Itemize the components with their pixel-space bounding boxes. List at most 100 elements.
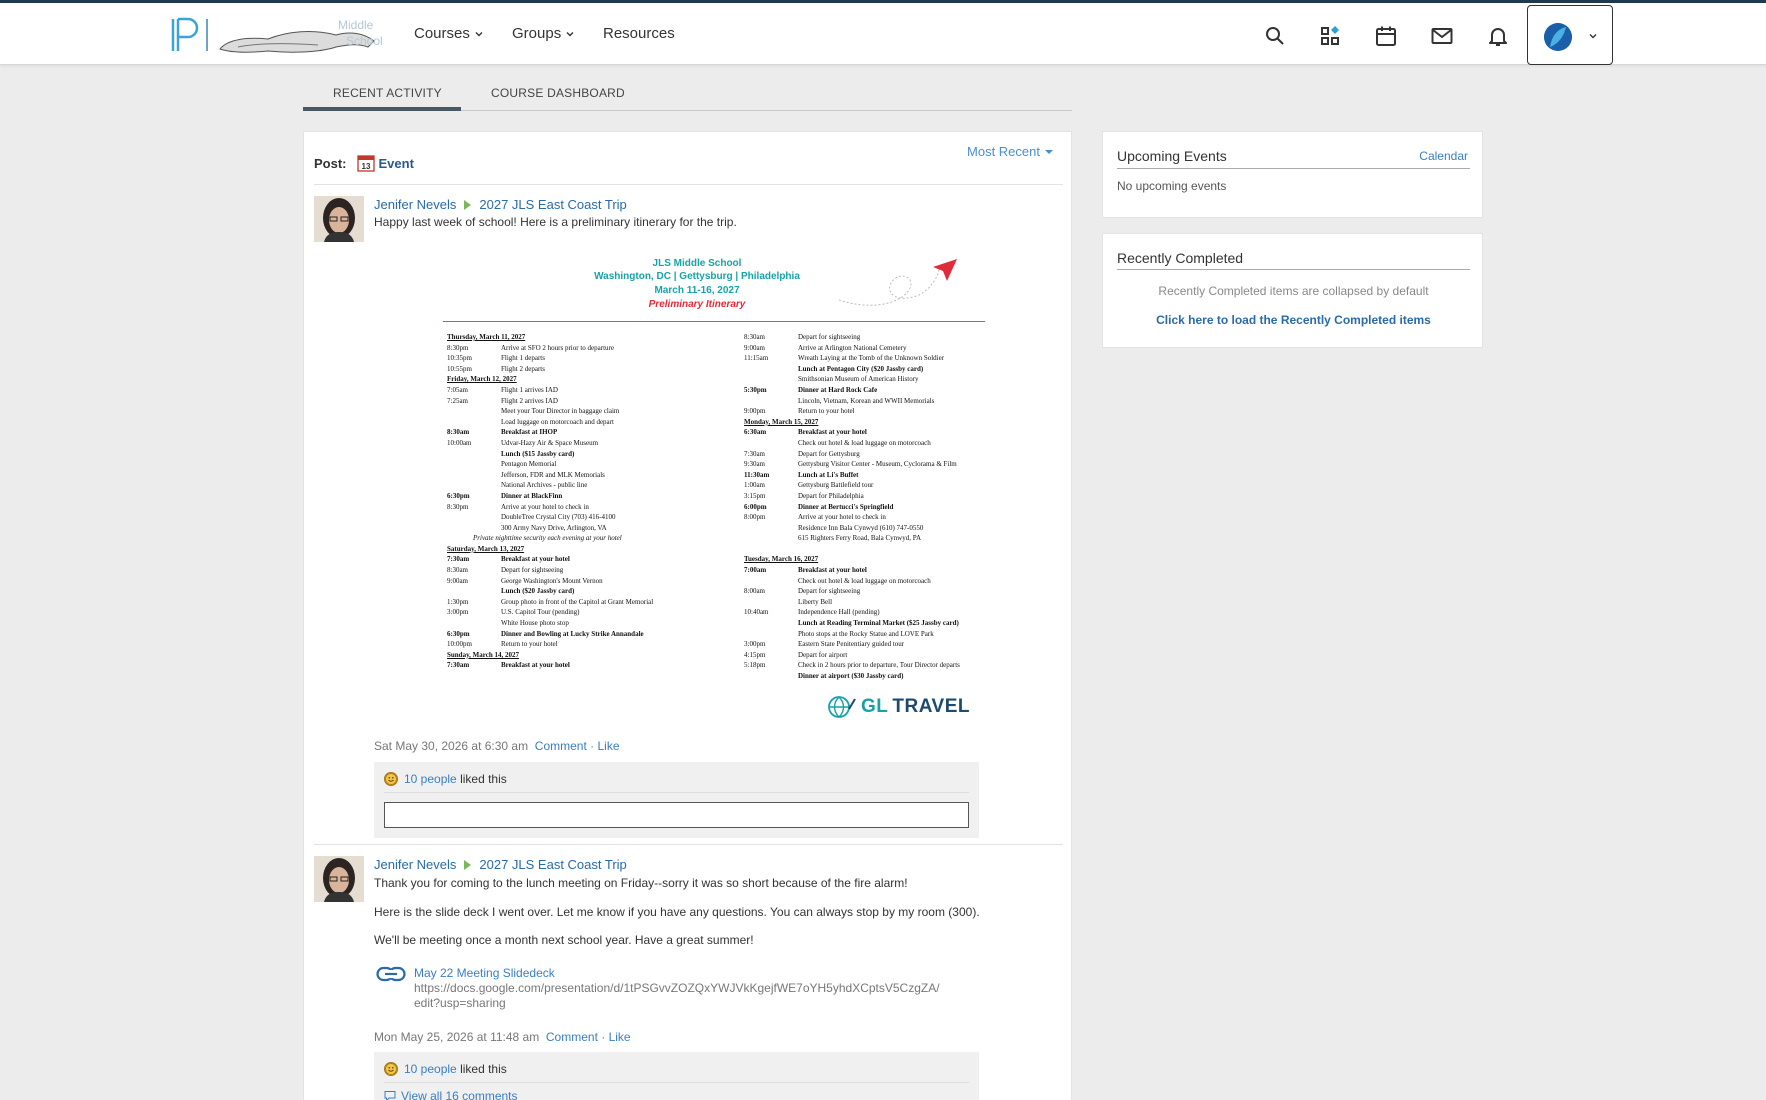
post-label: Post: xyxy=(314,155,347,171)
like-link[interactable]: Like xyxy=(609,1030,631,1044)
divider xyxy=(384,1082,969,1083)
notification-bell-icon[interactable] xyxy=(1487,25,1509,47)
author-link[interactable]: Jenifer Nevels xyxy=(374,857,456,872)
mail-icon[interactable] xyxy=(1431,25,1453,47)
attachment-url[interactable]: https://docs.google.com/presentation/d/1… xyxy=(414,981,940,1011)
itinerary-note: Private nighttime security each evening … xyxy=(473,534,622,543)
post-event-link[interactable]: 13 Event xyxy=(356,154,414,172)
itinerary-row: 8:00pm Arrive at your hotel to check in xyxy=(744,512,960,523)
itinerary-row: 8:30am Depart for sightseeing xyxy=(447,565,653,576)
load-recently-completed-link[interactable]: Click here to load the Recently Complete… xyxy=(1103,313,1484,327)
divider xyxy=(314,184,1063,185)
itinerary-row: 3:00pm Eastern State Penitentiary guided … xyxy=(744,639,960,650)
itinerary-day-heading: Thursday, March 11, 2027 xyxy=(447,333,526,341)
itinerary-activity: Photo stops at the Rocky Statue and LOVE… xyxy=(798,629,934,638)
itinerary-row: Pentagon Memorial xyxy=(447,459,653,470)
itinerary-activity: Dinner at airport ($30 Jassby card) xyxy=(798,672,904,680)
itinerary-time: 10:00am xyxy=(447,438,472,447)
post-reactions-box: 10 people liked this xyxy=(374,762,979,838)
itinerary-time: 5:18pm xyxy=(744,661,766,670)
apps-grid-icon[interactable] xyxy=(1320,25,1342,47)
view-all-comments-link[interactable]: View all 16 comments xyxy=(384,1089,518,1100)
comment-input[interactable] xyxy=(384,802,969,828)
itinerary-activity: White House photo stop xyxy=(501,619,569,628)
itinerary-row: 7:05am Flight 1 arrives IAD xyxy=(447,385,653,396)
account-menu-button[interactable] xyxy=(1527,5,1613,65)
comment-link[interactable]: Comment xyxy=(546,1030,598,1044)
nav-groups[interactable]: Groups xyxy=(512,25,575,42)
post-event-label: Event xyxy=(378,155,414,171)
powerschool-logo-icon[interactable] xyxy=(170,17,200,53)
sort-dropdown[interactable]: Most Recent xyxy=(967,144,1053,159)
nav-courses-label: Courses xyxy=(414,25,470,42)
itinerary-row: Check out hotel & load luggage on motorc… xyxy=(744,576,960,587)
author-avatar[interactable] xyxy=(314,856,364,902)
itinerary-time: 9:00am xyxy=(744,343,765,352)
itinerary-activity: Check out hotel & load luggage on motorc… xyxy=(798,438,931,447)
itinerary-row: 6:30am Breakfast at your hotel xyxy=(744,427,960,438)
author-avatar[interactable] xyxy=(314,196,364,242)
user-avatar xyxy=(1544,23,1572,51)
itinerary-time: 10:55pm xyxy=(447,364,472,373)
chevron-down-icon xyxy=(475,31,483,36)
itinerary-row: Lincoln, Vietnam, Korean and WWII Memori… xyxy=(744,396,960,407)
likes-count-link[interactable]: 10 people xyxy=(404,1062,457,1076)
nav-resources[interactable]: Resources xyxy=(603,25,675,42)
tab-course-dashboard[interactable]: COURSE DASHBOARD xyxy=(491,86,625,100)
itinerary-row: 11:30am Lunch at Li's Buffet xyxy=(744,470,960,481)
itinerary-row: DoubleTree Crystal City (703) 416-4100 xyxy=(447,512,653,523)
itinerary-right-column: 8:30am Depart for sightseeing 9:00am Arrive… xyxy=(744,332,960,682)
globe-icon xyxy=(828,696,856,718)
itinerary-row: 8:30am Breakfast at IHOP xyxy=(447,427,653,438)
itinerary-row: 1:30pm Group photo in front of the Capito… xyxy=(447,597,653,608)
comment-link[interactable]: Comment xyxy=(535,739,587,753)
paper-plane-icon xyxy=(839,259,957,306)
itinerary-row: 300 Army Navy Drive, Arlington, VA xyxy=(447,523,653,534)
itinerary-activity: Arrive at your hotel to check in xyxy=(501,502,589,511)
nav-resources-label: Resources xyxy=(603,25,675,42)
itinerary-time: 8:00am xyxy=(744,587,765,596)
itinerary-time: 7:25am xyxy=(447,396,468,405)
itinerary-time: 11:15am xyxy=(744,354,769,363)
itinerary-activity: Depart for sightseeing xyxy=(798,333,861,341)
calendar-icon[interactable] xyxy=(1375,25,1397,47)
itinerary-activity: Lunch at Reading Terminal Market ($25 Ja… xyxy=(798,619,959,628)
meta-separator: · xyxy=(601,1030,606,1044)
itinerary-activity: Arrive at your hotel to check in xyxy=(798,513,886,522)
likes-count-link[interactable]: 10 people xyxy=(404,772,457,786)
itinerary-row: Lunch at Pentagon City ($20 Jassby card) xyxy=(744,364,960,375)
upcoming-events-panel: Upcoming Events Calendar No upcoming eve… xyxy=(1102,131,1483,218)
divider xyxy=(314,844,1063,845)
tab-recent-activity[interactable]: RECENT ACTIVITY xyxy=(333,86,442,100)
divider xyxy=(1117,168,1470,169)
itinerary-row: Lunch ($15 Jassby card) xyxy=(447,449,653,460)
itinerary-activity: Gettysburg Visitor Center - Museum, Cycl… xyxy=(798,460,957,469)
itinerary-time: 11:30am xyxy=(744,470,770,479)
group-link[interactable]: 2027 JLS East Coast Trip xyxy=(479,857,626,872)
itinerary-row: 7:25am Flight 2 arrives IAD xyxy=(447,396,653,407)
group-link[interactable]: 2027 JLS East Coast Trip xyxy=(479,197,626,212)
itinerary-activity: Breakfast at your hotel xyxy=(798,566,867,575)
itinerary-activity: Breakfast at your hotel xyxy=(501,555,570,564)
author-link[interactable]: Jenifer Nevels xyxy=(374,197,456,212)
itinerary-day-heading: Friday, March 12, 2027 xyxy=(447,375,517,384)
itinerary-image[interactable]: JLS Middle School Washington, DC | Getty… xyxy=(409,255,985,719)
nav-courses[interactable]: Courses xyxy=(414,25,484,42)
itinerary-activity: Load luggage on motorcoach and depart xyxy=(501,417,614,426)
calendar-link[interactable]: Calendar xyxy=(1419,149,1468,163)
attachment-url-line2: edit?usp=sharing xyxy=(414,996,506,1010)
search-icon[interactable] xyxy=(1264,25,1286,47)
like-link[interactable]: Like xyxy=(597,739,619,753)
attachment-link-title[interactable]: May 22 Meeting Slidedeck xyxy=(414,966,555,980)
itinerary-activity: Lunch at Li's Buffet xyxy=(798,470,859,479)
top-navigation-bar: Middle School Courses Groups Resources xyxy=(0,0,1766,65)
itinerary-activity: Flight 1 arrives IAD xyxy=(501,385,558,394)
nav-groups-label: Groups xyxy=(512,25,562,42)
itinerary-row: 4:15pm Depart for airport xyxy=(744,650,960,661)
post-timestamp: Sat May 30, 2026 at 6:30 am xyxy=(374,739,529,753)
itinerary-activity: Return to your hotel xyxy=(798,407,855,416)
itinerary-time: 6:30pm xyxy=(447,629,470,638)
itinerary-row: Dinner at airport ($30 Jassby card) xyxy=(744,671,960,682)
upcoming-events-title: Upcoming Events xyxy=(1117,148,1227,164)
itinerary-row: 10:00am Udvar-Hazy Air & Space Museum xyxy=(447,438,653,449)
